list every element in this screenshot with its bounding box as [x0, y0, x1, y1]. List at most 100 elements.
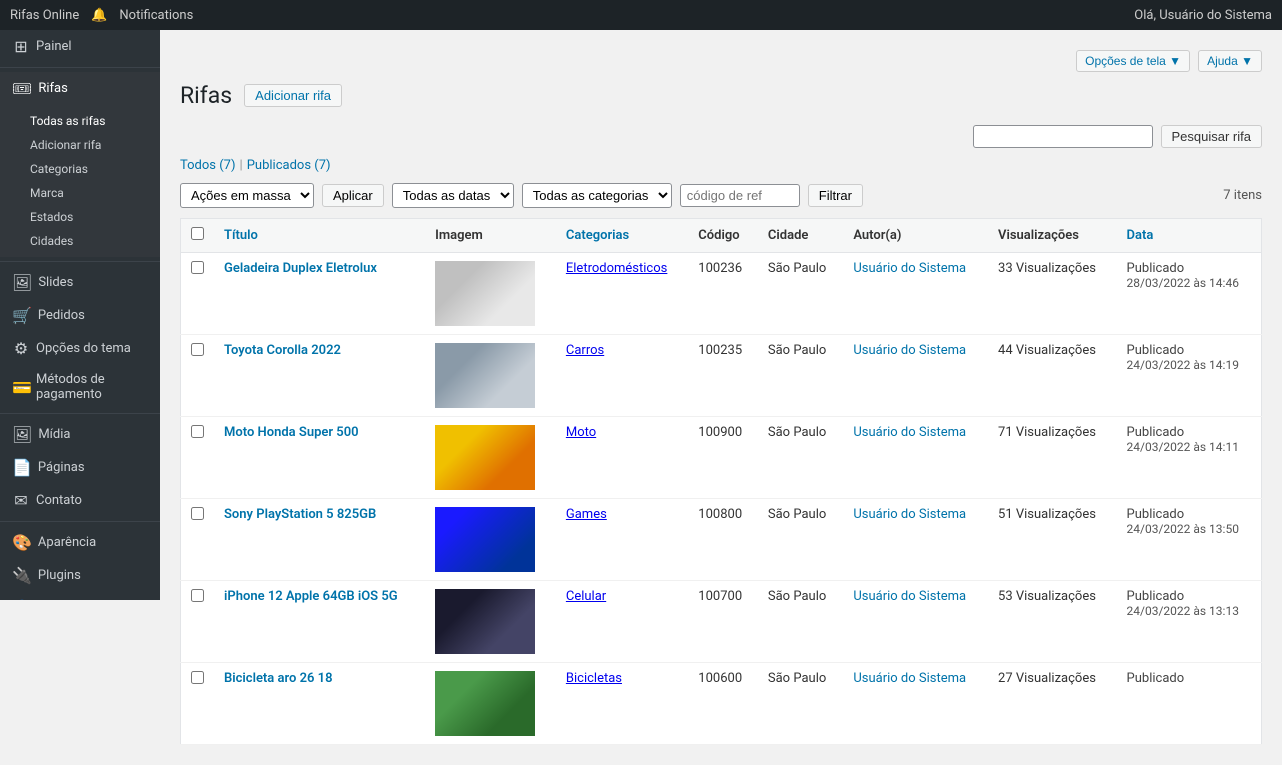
row-autor: Usuário do Sistema [843, 253, 988, 335]
sidebar-item-rifas[interactable]: 🎟 Rifas [0, 72, 160, 105]
row-codigo: 100800 [688, 499, 758, 581]
row-visualizacoes: 44 Visualizações [988, 335, 1117, 417]
row-select-checkbox[interactable] [191, 507, 204, 520]
autor-link[interactable]: Usuário do Sistema [853, 425, 966, 440]
sidebar-item-adicionar-rifa[interactable]: Adicionar rifa [0, 133, 160, 157]
autor-link[interactable]: Usuário do Sistema [853, 671, 966, 686]
autor-link[interactable]: Usuário do Sistema [853, 589, 966, 604]
row-data: Publicado 24/03/2022 às 13:13 [1117, 581, 1262, 663]
row-title: Bicicleta aro 26 18 [214, 663, 425, 745]
sidebar-item-marca[interactable]: Marca [0, 181, 160, 205]
row-data: Publicado 28/03/2022 às 14:46 [1117, 253, 1262, 335]
marca-label: Marca [30, 186, 64, 200]
th-cidade: Cidade [758, 219, 843, 253]
row-image [425, 581, 556, 663]
row-autor: Usuário do Sistema [843, 417, 988, 499]
categoria-link[interactable]: Bicicletas [566, 671, 622, 686]
row-status: Publicado [1127, 343, 1185, 358]
select-all-checkbox[interactable] [191, 227, 204, 240]
add-rifa-button[interactable]: Adicionar rifa [244, 84, 342, 107]
sidebar-item-categorias[interactable]: Categorias [0, 157, 160, 181]
midia-label: Mídia [38, 427, 70, 442]
row-status: Publicado [1127, 425, 1185, 440]
th-titulo: Título [214, 219, 425, 253]
plugins-label: Plugins [38, 568, 81, 583]
th-visualizacoes: Visualizações [988, 219, 1117, 253]
categoria-link[interactable]: Celular [566, 589, 606, 604]
sidebar-item-estados[interactable]: Estados [0, 205, 160, 229]
row-image [425, 417, 556, 499]
categoria-link[interactable]: Moto [566, 425, 596, 440]
autor-link[interactable]: Usuário do Sistema [853, 261, 966, 276]
rifas-submenu: Todas as rifas Adicionar rifa Categorias… [0, 105, 160, 257]
row-date-time: 28/03/2022 às 14:46 [1127, 276, 1239, 290]
ref-input[interactable] [680, 184, 800, 207]
sidebar: ⊞ Painel 🎟 Rifas Todas as rifas Adiciona… [0, 30, 160, 600]
sidebar-item-plugins[interactable]: 🔌 Plugins [0, 559, 160, 592]
estados-label: Estados [30, 210, 73, 224]
categories-select[interactable]: Todas as categorias [522, 183, 672, 208]
title-link[interactable]: Sony PlayStation 5 825GB [224, 507, 376, 522]
categorias-label: Categorias [30, 162, 88, 176]
product-image [435, 671, 535, 736]
row-select-checkbox[interactable] [191, 589, 204, 602]
sidebar-item-painel-label: Painel [36, 39, 72, 54]
row-categoria: Eletrodomésticos [556, 253, 688, 335]
row-select-checkbox[interactable] [191, 425, 204, 438]
sort-titulo-link[interactable]: Título [224, 228, 258, 243]
cidades-label: Cidades [30, 234, 73, 248]
th-categorias: Categorias [556, 219, 688, 253]
filter-all-link[interactable]: Todos (7) [180, 158, 236, 173]
row-autor: Usuário do Sistema [843, 335, 988, 417]
row-select-checkbox[interactable] [191, 343, 204, 356]
sidebar-item-midia[interactable]: 🖼 Mídia [0, 418, 160, 451]
row-data: Publicado [1117, 663, 1262, 745]
title-link[interactable]: Moto Honda Super 500 [224, 425, 359, 440]
title-link[interactable]: Toyota Corolla 2022 [224, 343, 341, 358]
sidebar-item-contato[interactable]: ✉ Contato [0, 484, 160, 517]
title-link[interactable]: Geladeira Duplex Eletrolux [224, 261, 377, 276]
row-date-time: 24/03/2022 às 13:50 [1127, 522, 1239, 536]
sidebar-item-usuarios[interactable]: 👤 Usuários [0, 592, 160, 600]
sort-categorias-link[interactable]: Categorias [566, 228, 629, 243]
notifications-label[interactable]: Notifications [119, 8, 193, 23]
sidebar-item-aparencia[interactable]: 🎨 Aparência [0, 526, 160, 559]
filter-published-link[interactable]: Publicados (7) [247, 158, 331, 173]
autor-link[interactable]: Usuário do Sistema [853, 343, 966, 358]
search-input[interactable] [973, 125, 1153, 148]
sort-data-link[interactable]: Data [1127, 228, 1154, 243]
adicionar-rifa-label: Adicionar rifa [30, 138, 101, 152]
help-button[interactable]: Ajuda ▼ [1198, 50, 1262, 72]
th-codigo: Código [688, 219, 758, 253]
dates-select[interactable]: Todas as datas [392, 183, 514, 208]
sidebar-item-pedidos[interactable]: 🛒 Pedidos [0, 299, 160, 332]
sidebar-item-painel[interactable]: ⊞ Painel [0, 30, 160, 63]
row-date-time: 24/03/2022 às 13:13 [1127, 604, 1239, 618]
categoria-link[interactable]: Games [566, 507, 607, 522]
sidebar-item-opcoes-tema[interactable]: ⚙ Opções do tema [0, 332, 160, 365]
row-select-checkbox[interactable] [191, 261, 204, 274]
row-image [425, 499, 556, 581]
apply-button[interactable]: Aplicar [322, 184, 384, 207]
sidebar-item-slides[interactable]: 🖼 Slides [0, 266, 160, 299]
table-row: iPhone 12 Apple 64GB iOS 5G Celular 1007… [181, 581, 1262, 663]
contato-icon: ✉ [12, 491, 30, 510]
search-rifa-button[interactable]: Pesquisar rifa [1161, 125, 1262, 148]
sidebar-item-cidades[interactable]: Cidades [0, 229, 160, 253]
th-data: Data [1117, 219, 1262, 253]
title-link[interactable]: Bicicleta aro 26 18 [224, 671, 333, 686]
sidebar-item-metodos-pagamento[interactable]: 💳 Métodos de pagamento [0, 365, 160, 409]
sidebar-item-paginas[interactable]: 📄 Páginas [0, 451, 160, 484]
title-link[interactable]: iPhone 12 Apple 64GB iOS 5G [224, 589, 398, 604]
categoria-link[interactable]: Eletrodomésticos [566, 261, 667, 276]
bulk-action-select[interactable]: Ações em massa [180, 183, 314, 208]
site-name[interactable]: Rifas Online [10, 8, 79, 23]
slides-icon: 🖼 [12, 273, 32, 292]
screen-options-button[interactable]: Opções de tela ▼ [1076, 50, 1190, 72]
sidebar-item-todas-rifas[interactable]: Todas as rifas [0, 109, 160, 133]
autor-link[interactable]: Usuário do Sistema [853, 507, 966, 522]
categoria-link[interactable]: Carros [566, 343, 604, 358]
row-select-checkbox[interactable] [191, 671, 204, 684]
filter-button[interactable]: Filtrar [808, 184, 863, 207]
product-image [435, 343, 535, 408]
